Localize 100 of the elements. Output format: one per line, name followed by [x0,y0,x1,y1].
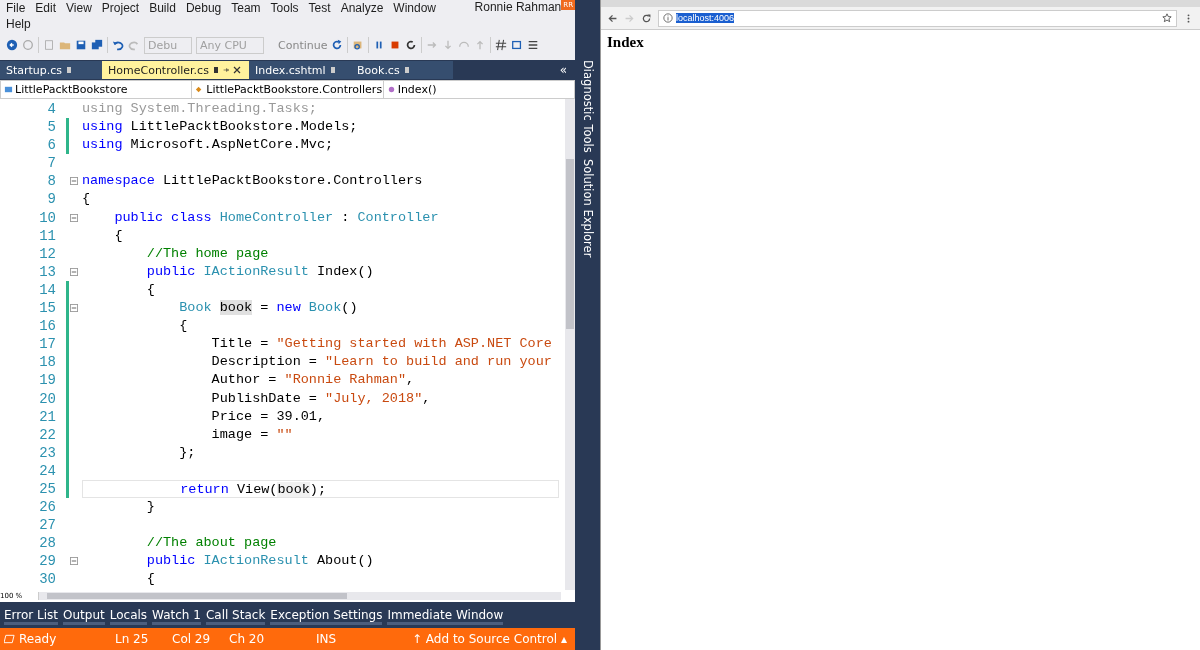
tool-window-tab[interactable]: Watch 1 [152,608,201,625]
collapse-icon[interactable] [70,213,78,222]
horizontal-scrollbar[interactable] [39,592,561,600]
code-line: public class HomeController : Controller [113,208,440,227]
folder-icon[interactable] [59,39,71,51]
save-all-icon[interactable] [91,39,103,51]
status-text: Ready [19,632,58,646]
collapse-icon[interactable] [70,177,78,186]
step-icon[interactable] [426,39,439,51]
document-tab[interactable]: Book.cs [351,61,453,79]
menu-item[interactable]: Team [231,0,261,16]
code-line: }; [178,443,197,462]
code-line: } [145,498,156,517]
tool-window-tab[interactable]: Exception Settings [270,608,383,625]
line-number: 21 [38,407,57,426]
collapse-icon[interactable] [70,267,78,276]
line-number: 27 [38,516,57,535]
back-icon[interactable] [6,39,18,51]
code-line: Author = "Ronnie Rahman", [210,371,416,390]
status-icon [4,634,15,644]
address-bar[interactable]: localhost:4006 [658,9,1177,27]
code-line: Title = "Getting started with ASP.NET Core [210,335,553,354]
line-number: 15 [38,299,57,318]
line-number: 8 [46,172,57,191]
code-line: using LittlePacktBookstore.Models; [82,118,359,137]
line-number: 22 [38,425,57,444]
list-icon[interactable] [527,39,540,51]
menu-item[interactable]: Tools [270,0,299,16]
reload-icon[interactable] [641,12,652,24]
code-line: Price = 39.01, [210,407,327,426]
document-tab[interactable]: Startup.cs [0,61,102,79]
page-heading: Index [607,34,645,51]
menu-item[interactable]: View [66,0,92,16]
line-number: 30 [38,570,57,589]
redo-icon[interactable] [128,39,140,51]
bookmark-icon[interactable] [511,39,524,51]
menu-item[interactable]: Help [6,16,31,32]
code-line: { [82,190,92,209]
new-file-icon[interactable] [43,39,55,51]
menu-item[interactable]: Edit [35,0,57,16]
code-line: using Microsoft.AspNetCore.Mvc; [82,136,335,155]
method-icon [386,85,396,94]
code-line: Description = "Learn to build and run your [210,353,553,372]
menu-item[interactable]: Project [101,0,140,16]
tool-window-tab[interactable]: Error List [4,608,59,625]
code-line: Book book = new Book() [178,299,359,318]
tab-overflow-button[interactable]: « [551,63,575,77]
project-dropdown[interactable]: LittlePacktBookstore [1,81,193,98]
code-line: public IActionResult Index() [145,262,375,281]
user-name[interactable]: Ronnie Rahman [474,0,562,14]
save-icon[interactable] [75,39,87,51]
code-line: { [145,570,156,589]
type-dropdown[interactable]: LittlePacktBookstore.Controllers [192,81,384,98]
line-indicator: Ln 25 [115,632,150,646]
menu-item[interactable]: Test [308,0,331,16]
collapse-icon[interactable] [70,304,78,313]
pin-icon[interactable] [222,66,229,74]
menu-item[interactable]: Analyze [340,0,384,16]
line-number: 20 [38,389,57,408]
tool-window-tab[interactable]: Locals [109,608,148,625]
menu-item[interactable]: File [6,0,26,16]
code-line: namespace LittlePacktBookstore.Controllers [82,172,424,191]
code-line: { [178,317,189,336]
refresh-icon[interactable] [331,39,344,51]
line-number: 19 [38,371,57,390]
line-number: 7 [46,154,57,173]
line-number: 6 [46,136,57,155]
line-number: 18 [38,353,57,372]
line-number: 24 [38,461,57,480]
document-tab[interactable]: Index.cshtml [249,61,351,79]
side-panel-tab[interactable]: Diagnostic Tools [580,60,595,153]
collapse-icon[interactable] [70,557,78,566]
line-number: 16 [38,317,57,336]
menu-item[interactable]: Build [149,0,176,16]
line-number: 4 [46,100,57,119]
back-icon[interactable] [607,12,618,24]
code-line: PublishDate = "July, 2018", [210,389,432,408]
vertical-scrollbar[interactable] [565,99,575,590]
tool-window-tab[interactable]: Output [63,608,105,625]
line-number: 26 [38,498,57,517]
document-tab[interactable]: HomeController.cs [102,61,249,79]
restart-icon[interactable] [405,39,418,51]
char-indicator: Ch 20 [229,632,266,646]
line-number: 10 [38,208,57,227]
side-panel-tab[interactable]: Solution Explorer [580,158,595,258]
code-line: { [145,280,156,299]
hash-icon[interactable] [495,39,508,51]
undo-icon[interactable] [112,39,124,51]
modified-icon [66,66,73,74]
forward-icon[interactable] [22,39,34,51]
tool-window-tab[interactable]: Call Stack [205,608,266,625]
line-number: 14 [38,280,57,300]
line-number: 5 [46,118,57,137]
menu-item[interactable]: Window [393,0,436,16]
code-line: { [113,226,124,245]
member-dropdown[interactable]: Index() [383,81,574,98]
close-icon[interactable] [232,66,241,74]
tool-window-tab[interactable]: Immediate Window [387,608,504,625]
line-number: 17 [38,335,57,354]
menu-item[interactable]: Debug [185,0,222,16]
